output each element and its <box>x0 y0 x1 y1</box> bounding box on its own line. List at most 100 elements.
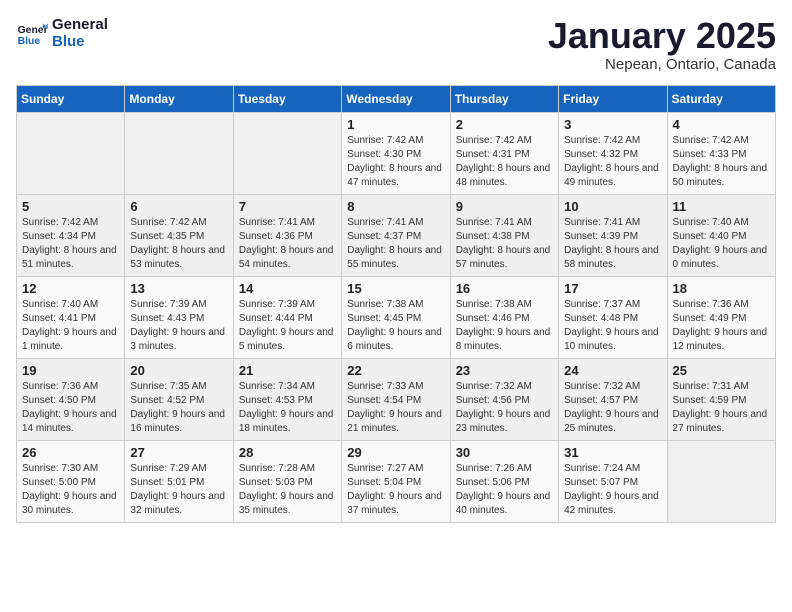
day-number: 16 <box>456 281 553 296</box>
calendar-body: 1 Sunrise: 7:42 AM Sunset: 4:30 PM Daylig… <box>17 112 776 522</box>
day-info: Sunrise: 7:41 AM Sunset: 4:37 PM Dayligh… <box>347 216 444 272</box>
page-header: General Blue General Blue January 2025 N… <box>16 16 776 73</box>
day-number: 30 <box>456 445 553 460</box>
location-subtitle: Nepean, Ontario, Canada <box>548 56 776 73</box>
day-number: 17 <box>564 281 661 296</box>
day-info: Sunrise: 7:42 AM Sunset: 4:30 PM Dayligh… <box>347 134 444 190</box>
day-number: 31 <box>564 445 661 460</box>
day-info: Sunrise: 7:32 AM Sunset: 4:57 PM Dayligh… <box>564 380 661 436</box>
title-block: January 2025 Nepean, Ontario, Canada <box>548 16 776 73</box>
day-info: Sunrise: 7:37 AM Sunset: 4:48 PM Dayligh… <box>564 298 661 354</box>
day-header-wednesday: Wednesday <box>342 85 450 112</box>
day-info: Sunrise: 7:24 AM Sunset: 5:07 PM Dayligh… <box>564 462 661 518</box>
day-info: Sunrise: 7:42 AM Sunset: 4:33 PM Dayligh… <box>673 134 770 190</box>
day-number: 12 <box>22 281 119 296</box>
calendar-cell: 19 Sunrise: 7:36 AM Sunset: 4:50 PM Dayli… <box>17 358 125 440</box>
calendar-cell: 14Sunrise: 7:39 AM Sunset: 4:44 PM Dayli… <box>233 276 341 358</box>
day-number: 4 <box>673 117 770 132</box>
day-info: Sunrise: 7:38 AM Sunset: 4:46 PM Dayligh… <box>456 298 553 354</box>
day-header-sunday: Sunday <box>17 85 125 112</box>
calendar-cell: 13Sunrise: 7:39 AM Sunset: 4:43 PM Dayli… <box>125 276 233 358</box>
day-info: Sunrise: 7:27 AM Sunset: 5:04 PM Dayligh… <box>347 462 444 518</box>
day-info: Sunrise: 7:39 AM Sunset: 4:43 PM Dayligh… <box>130 298 227 354</box>
day-info: Sunrise: 7:28 AM Sunset: 5:03 PM Dayligh… <box>239 462 336 518</box>
day-number: 29 <box>347 445 444 460</box>
calendar-cell: 12 Sunrise: 7:40 AM Sunset: 4:41 PM Dayli… <box>17 276 125 358</box>
calendar-cell: 3Sunrise: 7:42 AM Sunset: 4:32 PM Daylig… <box>559 112 667 194</box>
day-info: Sunrise: 7:40 AM Sunset: 4:41 PM Dayligh… <box>22 298 119 354</box>
calendar-week-row: 19 Sunrise: 7:36 AM Sunset: 4:50 PM Dayli… <box>17 358 776 440</box>
calendar-cell: 4 Sunrise: 7:42 AM Sunset: 4:33 PM Daylig… <box>667 112 775 194</box>
calendar-cell: 23 Sunrise: 7:32 AM Sunset: 4:56 PM Dayli… <box>450 358 558 440</box>
day-header-friday: Friday <box>559 85 667 112</box>
calendar-cell: 20 Sunrise: 7:35 AM Sunset: 4:52 PM Dayli… <box>125 358 233 440</box>
day-number: 19 <box>22 363 119 378</box>
calendar-cell: 18 Sunrise: 7:36 AM Sunset: 4:49 PM Dayli… <box>667 276 775 358</box>
calendar-cell: 27 Sunrise: 7:29 AM Sunset: 5:01 PM Dayli… <box>125 440 233 522</box>
calendar-cell: 16 Sunrise: 7:38 AM Sunset: 4:46 PM Dayli… <box>450 276 558 358</box>
calendar-cell: 28 Sunrise: 7:28 AM Sunset: 5:03 PM Dayli… <box>233 440 341 522</box>
day-number: 23 <box>456 363 553 378</box>
day-number: 18 <box>673 281 770 296</box>
calendar-cell: 29 Sunrise: 7:27 AM Sunset: 5:04 PM Dayli… <box>342 440 450 522</box>
day-number: 6 <box>130 199 227 214</box>
day-number: 26 <box>22 445 119 460</box>
calendar-cell: 26 Sunrise: 7:30 AM Sunset: 5:00 PM Dayli… <box>17 440 125 522</box>
month-title: January 2025 <box>548 16 776 56</box>
day-number: 10 <box>564 199 661 214</box>
calendar-cell <box>667 440 775 522</box>
day-number: 27 <box>130 445 227 460</box>
calendar-week-row: 1 Sunrise: 7:42 AM Sunset: 4:30 PM Daylig… <box>17 112 776 194</box>
logo-blue: Blue <box>52 33 108 50</box>
day-number: 25 <box>673 363 770 378</box>
day-info: Sunrise: 7:38 AM Sunset: 4:45 PM Dayligh… <box>347 298 444 354</box>
calendar-cell: 7 Sunrise: 7:41 AM Sunset: 4:36 PM Daylig… <box>233 194 341 276</box>
calendar-cell: 17 Sunrise: 7:37 AM Sunset: 4:48 PM Dayli… <box>559 276 667 358</box>
day-number: 14 <box>239 281 336 296</box>
day-number: 21 <box>239 363 336 378</box>
day-info: Sunrise: 7:30 AM Sunset: 5:00 PM Dayligh… <box>22 462 119 518</box>
day-info: Sunrise: 7:42 AM Sunset: 4:31 PM Dayligh… <box>456 134 553 190</box>
day-number: 8 <box>347 199 444 214</box>
calendar-cell <box>233 112 341 194</box>
calendar-cell: 31 Sunrise: 7:24 AM Sunset: 5:07 PM Dayli… <box>559 440 667 522</box>
day-number: 1 <box>347 117 444 132</box>
calendar-cell: 15 Sunrise: 7:38 AM Sunset: 4:45 PM Dayli… <box>342 276 450 358</box>
day-number: 15 <box>347 281 444 296</box>
day-info: Sunrise: 7:41 AM Sunset: 4:39 PM Dayligh… <box>564 216 661 272</box>
day-info: Sunrise: 7:41 AM Sunset: 4:36 PM Dayligh… <box>239 216 336 272</box>
day-header-thursday: Thursday <box>450 85 558 112</box>
day-number: 9 <box>456 199 553 214</box>
calendar-cell: 2 Sunrise: 7:42 AM Sunset: 4:31 PM Daylig… <box>450 112 558 194</box>
day-info: Sunrise: 7:42 AM Sunset: 4:32 PM Dayligh… <box>564 134 661 190</box>
day-header-saturday: Saturday <box>667 85 775 112</box>
day-info: Sunrise: 7:36 AM Sunset: 4:50 PM Dayligh… <box>22 380 119 436</box>
day-info: Sunrise: 7:29 AM Sunset: 5:01 PM Dayligh… <box>130 462 227 518</box>
day-number: 5 <box>22 199 119 214</box>
day-info: Sunrise: 7:31 AM Sunset: 4:59 PM Dayligh… <box>673 380 770 436</box>
calendar-week-row: 26 Sunrise: 7:30 AM Sunset: 5:00 PM Dayli… <box>17 440 776 522</box>
day-info: Sunrise: 7:33 AM Sunset: 4:54 PM Dayligh… <box>347 380 444 436</box>
day-info: Sunrise: 7:42 AM Sunset: 4:35 PM Dayligh… <box>130 216 227 272</box>
day-info: Sunrise: 7:41 AM Sunset: 4:38 PM Dayligh… <box>456 216 553 272</box>
calendar-cell <box>17 112 125 194</box>
calendar-cell: 6 Sunrise: 7:42 AM Sunset: 4:35 PM Daylig… <box>125 194 233 276</box>
calendar-cell: 11Sunrise: 7:40 AM Sunset: 4:40 PM Dayli… <box>667 194 775 276</box>
day-number: 2 <box>456 117 553 132</box>
day-info: Sunrise: 7:36 AM Sunset: 4:49 PM Dayligh… <box>673 298 770 354</box>
day-info: Sunrise: 7:32 AM Sunset: 4:56 PM Dayligh… <box>456 380 553 436</box>
calendar-header-row: SundayMondayTuesdayWednesdayThursdayFrid… <box>17 85 776 112</box>
logo-general: General <box>52 16 108 33</box>
day-number: 28 <box>239 445 336 460</box>
calendar-cell: 9 Sunrise: 7:41 AM Sunset: 4:38 PM Daylig… <box>450 194 558 276</box>
day-info: Sunrise: 7:26 AM Sunset: 5:06 PM Dayligh… <box>456 462 553 518</box>
calendar-cell <box>125 112 233 194</box>
calendar-cell: 30 Sunrise: 7:26 AM Sunset: 5:06 PM Dayli… <box>450 440 558 522</box>
svg-text:Blue: Blue <box>18 36 41 47</box>
day-number: 20 <box>130 363 227 378</box>
logo-icon: General Blue <box>16 17 48 49</box>
day-number: 24 <box>564 363 661 378</box>
day-info: Sunrise: 7:35 AM Sunset: 4:52 PM Dayligh… <box>130 380 227 436</box>
day-info: Sunrise: 7:34 AM Sunset: 4:53 PM Dayligh… <box>239 380 336 436</box>
day-number: 7 <box>239 199 336 214</box>
